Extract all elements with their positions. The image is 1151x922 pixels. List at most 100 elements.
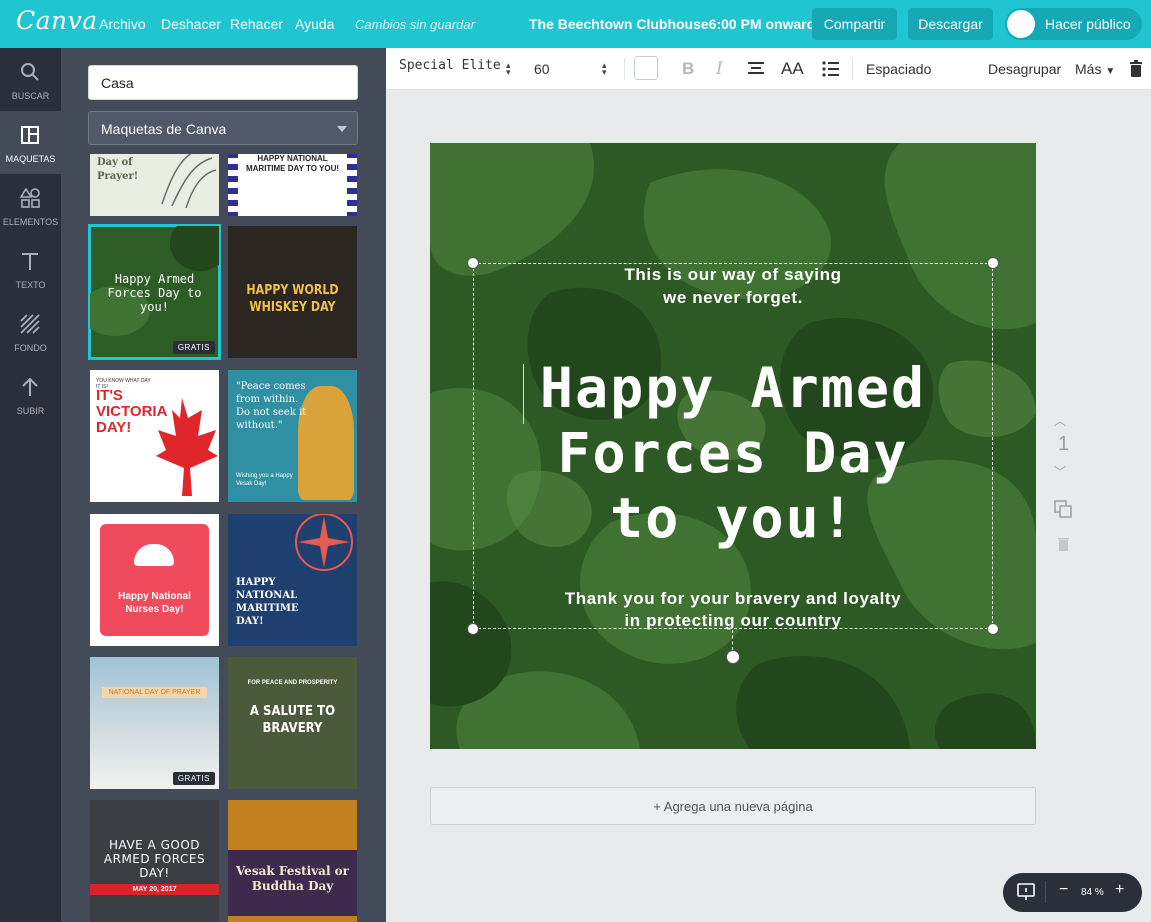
rail-maquetas[interactable]: MAQUETAS [0,111,61,174]
canva-logo[interactable]: Canva [16,6,98,35]
design-footer-line2[interactable]: in protecting our country [430,609,1036,632]
design-headline-line1[interactable]: Happy Armed [430,356,1036,421]
present-icon[interactable] [1017,883,1035,901]
design-subtitle-line2[interactable]: we never forget. [430,286,1036,309]
rail-fondo[interactable]: FONDO [0,300,61,363]
add-page-button[interactable]: + Agrega una nueva página [430,787,1036,825]
toolbar-divider [852,58,853,80]
resize-handle-top-left[interactable] [467,257,479,269]
thumb-text: Happy Armed Forces Day to you! [107,272,202,314]
rail-label: TEXTO [15,280,46,290]
design-headline-line2[interactable]: Forces Day [430,421,1036,486]
rotate-handle-icon[interactable] [726,650,740,664]
design-footer-line1[interactable]: Thank you for your bravery and loyalty [430,587,1036,610]
rail-label: FONDO [14,343,47,353]
zoom-out-button[interactable]: − [1059,881,1068,899]
menu-archivo[interactable]: Archivo [99,16,146,32]
resize-handle-bottom-right[interactable] [987,623,999,635]
card-bg [100,524,209,636]
thumb-text: NATIONAL DAY OF PRAYER [108,689,201,696]
ungroup-button[interactable]: Desagrupar [988,61,1061,77]
search-icon [21,63,39,81]
thumb-text: HAVE A GOOD ARMED FORCES DAY! [103,838,206,880]
template-grid: Day of Prayer! HAPPY NATIONAL MARITIME D… [61,154,386,922]
more-menu-button[interactable]: Más ▼ [1075,61,1115,77]
rail-texto[interactable]: TEXTO [0,237,61,300]
template-vesak-festival[interactable]: Vesak Festival or Buddha Day [228,800,357,922]
menu-ayuda[interactable]: Ayuda [295,16,334,32]
thumb-text: Wishing you a Happy Vesak Day! [236,473,293,487]
font-size-input[interactable]: 60 [534,61,550,77]
text-cursor [523,364,524,424]
design-headline-line3[interactable]: to you! [430,486,1036,551]
template-maritime-top[interactable]: HAPPY NATIONAL MARITIME DAY TO YOU! [228,154,357,216]
upload-arrow-icon [22,377,38,396]
save-status: Cambios sin guardar [355,17,475,32]
template-armed-forces-2[interactable]: HAVE A GOOD ARMED FORCES DAY! MAY 20, 20… [90,800,219,922]
template-search-input[interactable] [88,65,358,100]
page-number: 1 [1058,433,1070,455]
align-center-icon[interactable] [747,61,765,77]
menu-rehacer[interactable]: Rehacer [230,16,283,32]
spacing-button[interactable]: Espaciado [866,61,931,77]
thumb-text: HAPPY NATIONAL MARITIME DAY! [236,577,299,627]
template-armed-forces[interactable]: Happy Armed Forces Day to you! GRATIS [88,224,221,360]
duplicate-page-icon[interactable] [1054,500,1072,518]
page-down-icon[interactable]: ﹀ [1054,463,1066,480]
stripe-border [347,154,357,216]
rotate-connector [732,630,733,650]
make-public-toggle[interactable]: Hacer público [1005,8,1142,40]
template-source-dropdown[interactable]: Maquetas de Canva [88,111,358,145]
bold-button[interactable]: B [682,59,694,79]
template-victoria-day[interactable]: YOU KNOW WHAT DAY IT IS! IT'S VICTORIA D… [90,370,219,502]
rail-subir[interactable]: SUBIR [0,363,61,426]
font-select-arrows[interactable]: ▴ ▾ [506,61,511,77]
zoom-level: 84 % [1081,887,1104,898]
text-color-swatch[interactable] [634,56,658,80]
template-salute-bravery[interactable]: FOR PEACE AND PROSPERITY A SALUTE TO BRA… [228,657,357,789]
page-up-icon[interactable]: ︿ [1054,412,1066,429]
camo-blob [170,226,219,271]
template-whiskey[interactable]: HAPPY WORLD WHISKEY DAY [228,226,357,358]
menu-deshacer[interactable]: Deshacer [161,16,221,32]
list-icon[interactable] [822,61,840,77]
template-maritime-day[interactable]: HAPPY NATIONAL MARITIME DAY! [228,514,357,646]
templates-panel: Maquetas de Canva Day of Prayer! HAPPY N… [61,48,386,922]
template-prayer[interactable]: Day of Prayer! [90,154,219,216]
free-badge: GRATIS [172,341,215,354]
top-bar: Canva Archivo Deshacer Rehacer Ayuda Cam… [0,0,1151,48]
rail-elementos[interactable]: ELEMENTOS [0,174,61,237]
template-nurses-day[interactable]: Happy National Nurses Day! [90,514,219,646]
thumb-text: HAPPY NATIONAL MARITIME DAY TO YOU! [245,154,340,173]
thumb-text: HAPPY WORLD WHISKEY DAY [246,283,339,315]
stripe-border [228,154,238,216]
chevron-down-icon [337,126,347,132]
thumb-text: Vesak Festival or Buddha Day [235,864,350,893]
resize-handle-top-right[interactable] [987,257,999,269]
document-title[interactable]: The Beechtown Clubhouse6:00 PM onwards [529,16,823,32]
font-family-select[interactable]: Special Elite [399,58,501,73]
uppercase-button[interactable]: AA [781,59,804,79]
rail-label: ELEMENTOS [2,217,59,227]
delete-page-icon[interactable] [1057,536,1070,551]
trash-icon[interactable] [1129,60,1143,77]
rail-label: SUBIR [16,406,45,416]
toggle-knob [1007,10,1035,38]
caret-down-icon: ▼ [1105,66,1116,77]
template-vesak-day[interactable]: "Peace comes from within. Do not seek it… [228,370,357,502]
praying-hands-illustration [161,154,217,209]
rail-buscar[interactable]: BUSCAR [0,48,61,111]
share-button[interactable]: Compartir [812,8,897,40]
zoom-divider [1045,881,1046,903]
left-rail: BUSCAR MAQUETAS ELEMENTOS TEXTO FONDO SU… [0,48,61,922]
template-prayer-day[interactable]: NATIONAL DAY OF PRAYER GRATIS [90,657,219,789]
zoom-in-button[interactable]: + [1115,881,1124,899]
more-label: Más [1075,61,1102,77]
italic-button[interactable]: I [716,59,723,79]
dropdown-value: Maquetas de Canva [101,121,227,137]
resize-handle-bottom-left[interactable] [467,623,479,635]
thumb-text: Happy National Nurses Day! [118,591,191,615]
design-subtitle-line1[interactable]: This is our way of saying [430,263,1036,286]
download-button[interactable]: Descargar [908,8,993,40]
font-size-arrows[interactable]: ▴ ▾ [602,61,607,77]
